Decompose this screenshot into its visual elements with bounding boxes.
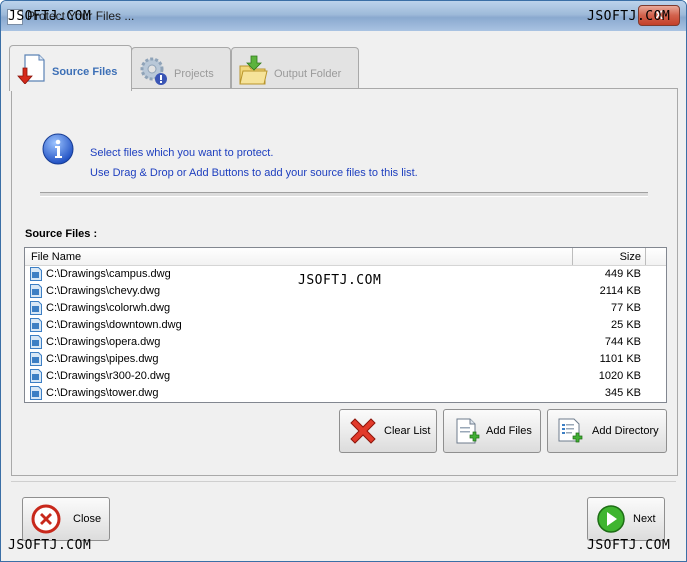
tab-output-folder-label: Output Folder (274, 68, 342, 80)
list-header: File Name Size (25, 248, 666, 266)
file-size-cell: 744 KB (604, 336, 641, 348)
file-size-cell: 449 KB (604, 268, 641, 280)
file-size-cell: 2114 KB (599, 285, 641, 297)
file-size-cell: 345 KB (604, 387, 641, 399)
add-directory-button[interactable]: Add Directory (547, 409, 667, 453)
dwg-file-icon (30, 386, 42, 400)
file-name-cell: C:\Drawings\downtown.dwg (46, 319, 182, 331)
table-row[interactable]: C:\Drawings\colorwh.dwg 77 KB (25, 300, 665, 317)
file-name-cell: C:\Drawings\tower.dwg (46, 387, 159, 399)
tab-projects[interactable]: Projects (131, 47, 231, 90)
separator (40, 192, 648, 197)
info-icon (42, 133, 74, 165)
file-name-cell: C:\Drawings\r300-20.dwg (46, 370, 171, 382)
column-divider[interactable] (645, 248, 646, 265)
source-files-list[interactable]: File Name Size C:\Drawings\campus.dwg 449… (24, 247, 667, 403)
close-button[interactable]: Close (22, 497, 110, 541)
file-name-cell: C:\Drawings\opera.dwg (46, 336, 161, 348)
table-row[interactable]: C:\Drawings\r300-20.dwg 1020 KB (25, 368, 665, 385)
source-files-label: Source Files : (25, 228, 98, 240)
add-files-button[interactable]: Add Files (443, 409, 541, 453)
file-size-cell: 25 KB (611, 319, 641, 331)
add-directory-label: Add Directory (592, 425, 659, 437)
dwg-file-icon (30, 335, 42, 349)
dwg-file-icon (30, 318, 42, 332)
dwg-file-icon (30, 267, 42, 281)
info-text-line-2: Use Drag & Drop or Add Buttons to add yo… (90, 167, 418, 179)
projects-gear-icon (140, 57, 167, 85)
output-folder-icon (239, 55, 268, 85)
tab-projects-label: Projects (174, 68, 214, 80)
info-text-line-1: Select files which you want to protect. (90, 147, 274, 159)
add-files-label: Add Files (486, 425, 532, 437)
file-size-cell: 1101 KB (599, 353, 641, 365)
next-label: Next (633, 513, 656, 525)
red-x-icon (350, 418, 376, 444)
dwg-file-icon (30, 284, 42, 298)
dwg-file-icon (30, 301, 42, 315)
table-row[interactable]: C:\Drawings\pipes.dwg 1101 KB (25, 351, 665, 368)
next-arrow-icon (597, 505, 625, 533)
column-header-file-name[interactable]: File Name (31, 251, 81, 263)
add-file-icon (456, 418, 480, 444)
clear-list-button[interactable]: Clear List (339, 409, 437, 453)
watermark-bottom-left: JSOFTJ.COM (8, 538, 92, 553)
watermark-top-left: JSOFTJ.COM (8, 9, 92, 24)
file-name-cell: C:\Drawings\chevy.dwg (46, 285, 161, 297)
add-directory-icon (558, 418, 583, 443)
file-size-cell: 1020 KB (598, 370, 641, 382)
table-row[interactable]: C:\Drawings\tower.dwg 345 KB (25, 385, 665, 402)
dwg-file-icon (30, 369, 42, 383)
close-circle-icon (31, 504, 61, 534)
table-row[interactable]: C:\Drawings\downtown.dwg 25 KB (25, 317, 665, 334)
file-name-cell: C:\Drawings\campus.dwg (46, 268, 171, 280)
watermark-top-right: JSOFTJ.COM (587, 9, 671, 24)
title-bar[interactable]: Protect Your Files ... X (1, 1, 686, 31)
table-row[interactable]: C:\Drawings\opera.dwg 744 KB (25, 334, 665, 351)
tab-output-folder[interactable]: Output Folder (231, 47, 359, 90)
close-label: Close (73, 513, 102, 525)
clear-list-label: Clear List (384, 425, 431, 437)
next-button[interactable]: Next (587, 497, 665, 541)
file-name-cell: C:\Drawings\colorwh.dwg (46, 302, 171, 314)
source-files-icon (17, 54, 45, 84)
file-name-cell: C:\Drawings\pipes.dwg (46, 353, 159, 365)
file-size-cell: 77 KB (611, 302, 641, 314)
column-header-size[interactable]: Size (573, 251, 641, 263)
dwg-file-icon (30, 352, 42, 366)
watermark-bottom-right: JSOFTJ.COM (587, 538, 671, 553)
tab-source-files-label: Source Files (52, 66, 118, 78)
footer-separator (11, 481, 676, 482)
tab-source-files[interactable]: Source Files (9, 45, 132, 91)
watermark-center: JSOFTJ.COM (298, 273, 382, 288)
